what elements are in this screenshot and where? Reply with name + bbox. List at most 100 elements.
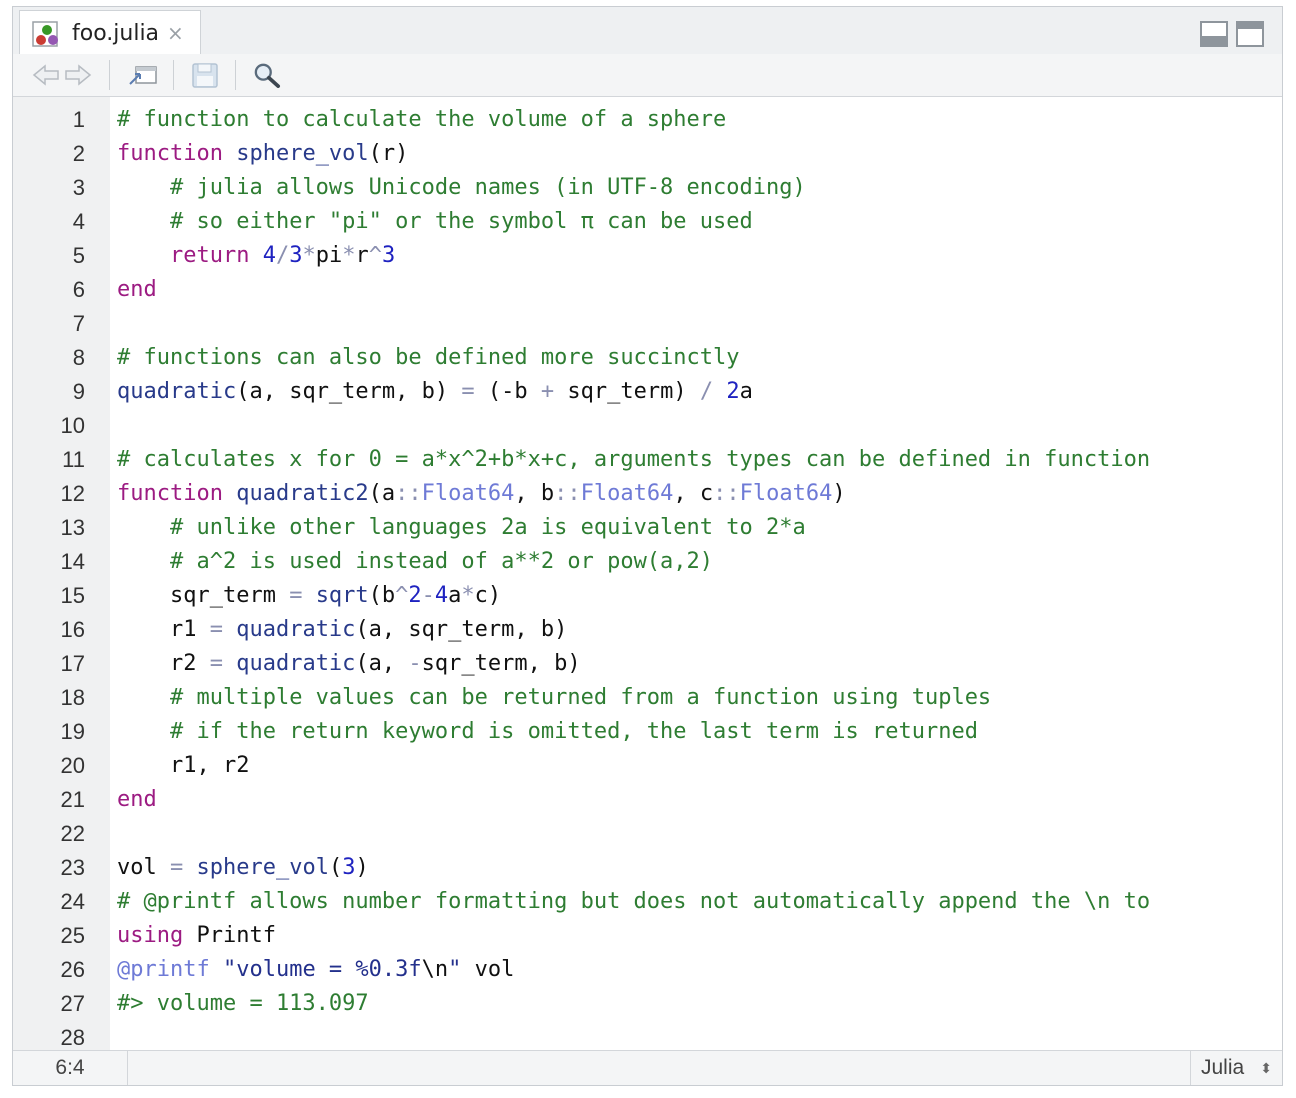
code-token: #> volume = 113.097 [117,991,369,1016]
code-token: = [209,651,223,676]
code-line[interactable]: 3 # julia allows Unicode names (in UTF-8… [13,171,1282,205]
code-token: 4 [434,583,449,608]
code-text: function sphere_vol(r) [117,137,408,171]
code-token: :: [713,481,740,506]
code-token: quadratic [236,617,356,642]
language-label: Julia [1201,1056,1245,1079]
language-selector[interactable]: Julia ⬍ [1190,1051,1282,1085]
save-icon[interactable] [191,62,219,88]
code-line[interactable]: 1 # function to calculate the volume of a… [13,103,1282,137]
code-line[interactable]: 2 function sphere_vol(r) [13,137,1282,171]
code-line[interactable]: 21 end [13,783,1282,817]
code-token: ) [832,481,846,506]
code-line[interactable]: 14 # a^2 is used instead of a**2 or pow(… [13,545,1282,579]
code-token: # functions can also be defined more suc… [117,345,740,370]
code-line[interactable]: 16 r1 = quadratic(a, sqr_term, b) [13,613,1282,647]
code-text: # @printf allows number formatting but d… [117,885,1150,919]
code-text: @printf "volume = %0.3f\n" vol [117,953,514,987]
code-token: a [448,583,462,608]
line-number: 10 [60,413,85,438]
close-tab-icon[interactable]: × [167,21,184,45]
code-line[interactable]: 9 quadratic(a, sqr_term, b) = (-b + sqr_t… [13,375,1282,409]
code-text: quadratic(a, sqr_term, b) = (-b + sqr_te… [117,375,753,409]
code-line[interactable]: 4 # so either "pi" or the symbol π can b… [13,205,1282,239]
code-token: @printf [117,957,210,982]
code-token: (b [368,583,396,608]
tab-foo-julia[interactable]: foo.julia × [19,10,201,54]
line-number: 9 [72,379,85,404]
code-line[interactable]: 8 # functions can also be defined more su… [13,341,1282,375]
code-line[interactable]: 13 # unlike other languages 2a is equiva… [13,511,1282,545]
forward-arrow-icon[interactable] [63,62,93,88]
line-number: 17 [60,651,85,676]
code-editor[interactable]: 1 # function to calculate the volume of a… [13,97,1282,1052]
show-in-window-icon[interactable] [127,62,159,88]
code-token: a [739,379,753,404]
code-token: / [275,243,290,268]
cursor-position[interactable]: 6:4 [13,1051,128,1085]
updown-caret-icon: ⬍ [1260,1060,1272,1076]
code-token: # if the return keyword is omitted, the … [169,719,978,744]
toolbar-separator [173,60,174,90]
code-line[interactable]: 17 r2 = quadratic(a, -sqr_term, b) [13,647,1282,681]
code-token: r1 [117,617,210,642]
code-line[interactable]: 6 end [13,273,1282,307]
line-number: 18 [60,685,85,710]
code-line[interactable]: 5 return 4/3*pi*r^3 [13,239,1282,273]
julia-file-icon [32,21,58,47]
code-line[interactable]: 12 function quadratic2(a::Float64, b::Flo… [13,477,1282,511]
code-token: (-b [474,379,541,404]
code-line[interactable]: 11 # calculates x for 0 = a*x^2+b*x+c, ar… [13,443,1282,477]
code-line[interactable]: 25 using Printf [13,919,1282,953]
code-token: r [355,243,369,268]
code-token: quadratic [117,379,237,404]
code-token: Float64 [421,481,515,506]
line-number: 11 [62,447,85,472]
code-line[interactable]: 20 r1, r2 [13,749,1282,783]
code-line[interactable]: 7 [13,307,1282,341]
code-token: :: [554,481,581,506]
line-number: 22 [60,821,85,846]
code-token: # calculates x for 0 = a*x^2+b*x+c, argu… [117,447,1151,472]
code-token: Float64 [580,481,674,506]
code-line[interactable]: 23 vol = sphere_vol(3) [13,851,1282,885]
code-line[interactable]: 27 #> volume = 113.097 [13,987,1282,1021]
code-text: # if the return keyword is omitted, the … [117,715,978,749]
code-token: # unlike other languages 2a is equivalen… [169,515,806,540]
code-line[interactable]: 22 [13,817,1282,851]
code-token: = [461,379,475,404]
code-token: sqr_term) [554,379,700,404]
code-text: # calculates x for 0 = a*x^2+b*x+c, argu… [117,443,1150,477]
code-line[interactable]: 15 sqr_term = sqrt(b^2-4a*c) [13,579,1282,613]
code-token: (r) [368,141,409,166]
code-token: Printf [183,923,276,948]
line-number: 14 [60,549,85,574]
minimize-pane-icon[interactable] [1200,21,1228,47]
code-token: end [117,787,157,812]
code-line[interactable]: 24 # @printf allows number formatting but… [13,885,1282,919]
code-line[interactable]: 19 # if the return keyword is omitted, t… [13,715,1282,749]
code-token: function [117,141,223,166]
code-text: #> volume = 113.097 [117,987,369,1021]
code-token: return [169,243,250,268]
code-token: function [117,481,223,506]
code-line[interactable]: 10 [13,409,1282,443]
back-arrow-icon[interactable] [31,62,61,88]
code-token: using [117,923,184,948]
code-line[interactable]: 18 # multiple values can be returned fro… [13,681,1282,715]
code-line[interactable]: 26 @printf "volume = %0.3f\n" vol [13,953,1282,987]
code-token: :: [395,481,422,506]
maximize-pane-icon[interactable] [1236,21,1264,47]
window-controls [1200,21,1264,47]
code-text: # functions can also be defined more suc… [117,341,740,375]
search-icon[interactable] [251,62,283,88]
code-text: using Printf [117,919,276,953]
editor-toolbar [13,54,1282,97]
code-token: r2 [117,651,210,676]
code-text: # julia allows Unicode names (in UTF-8 e… [117,171,806,205]
